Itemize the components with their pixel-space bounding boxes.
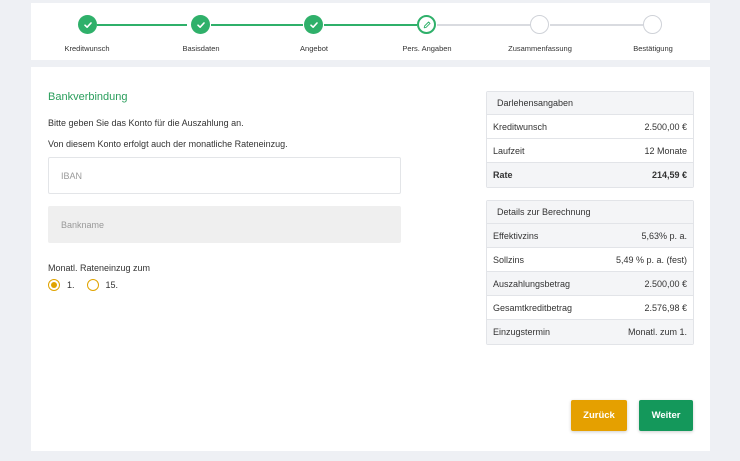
step-pers-angaben[interactable] (417, 15, 436, 34)
table-row: Auszahlungsbetrag 2.500,00 € (487, 272, 693, 296)
row-label: Laufzeit (493, 145, 525, 156)
radio-label: 15. (105, 280, 119, 290)
intro-text: Bitte geben Sie das Konto für die Auszah… (48, 118, 244, 128)
step-basisdaten[interactable] (191, 15, 210, 34)
table-row: Laufzeit 12 Monate (487, 139, 693, 163)
section-title: Bankverbindung (48, 91, 128, 103)
row-label: Sollzins (493, 254, 525, 265)
step-zusammenfassung (530, 15, 549, 34)
check-icon (309, 21, 318, 28)
row-label: Rate (493, 170, 513, 180)
check-icon (196, 21, 205, 28)
radio-label: 1. (67, 280, 75, 290)
radio-option-15[interactable]: 15. (86, 279, 119, 291)
table-row: Kreditwunsch 2.500,00 € (487, 115, 693, 139)
table-header: Details zur Berechnung (487, 201, 693, 224)
table-row: Effektivzins 5,63% p. a. (487, 224, 693, 248)
row-label: Auszahlungsbetrag (493, 278, 571, 289)
bankname-input[interactable] (48, 206, 401, 243)
table-row: Sollzins 5,49 % p. a. (fest) (487, 248, 693, 272)
form-card: Bankverbindung Bitte geben Sie das Konto… (31, 67, 710, 451)
check-icon (83, 21, 92, 28)
step-bestaetigung (643, 15, 662, 34)
table-row: Einzugstermin Monatl. zum 1. (487, 320, 693, 344)
next-button[interactable]: Weiter (639, 400, 693, 431)
back-button[interactable]: Zurück (571, 400, 627, 431)
step-label: Kreditwunsch (64, 44, 110, 53)
step-connector (211, 24, 303, 26)
row-value: 5,49 % p. a. (fest) (615, 254, 687, 265)
row-value: 12 Monate (644, 145, 687, 156)
row-value: 2.500,00 € (644, 278, 687, 289)
progress-stepper: Kreditwunsch Basisdaten Angebot Pers. An… (31, 3, 710, 60)
row-value: Monatl. zum 1. (627, 327, 687, 337)
darlehensangaben-table: Darlehensangaben Kreditwunsch 2.500,00 €… (486, 91, 694, 188)
step-connector (550, 24, 643, 26)
intro-text-2: Von diesem Konto erfolgt auch der monatl… (48, 139, 288, 149)
details-table: Details zur Berechnung Effektivzins 5,63… (486, 200, 694, 345)
step-connector (437, 24, 530, 26)
row-label: Kreditwunsch (493, 121, 548, 132)
step-label: Zusammenfassung (508, 44, 572, 53)
table-row: Gesamtkreditbetrag 2.576,98 € (487, 296, 693, 320)
row-label: Gesamtkreditbetrag (493, 302, 573, 313)
step-label: Basisdaten (182, 44, 220, 53)
radio-button[interactable] (86, 279, 99, 291)
iban-input[interactable] (48, 157, 401, 194)
step-label: Pers. Angaben (402, 44, 452, 53)
step-label: Bestätigung (633, 44, 673, 53)
step-connector (97, 24, 187, 26)
radio-option-1[interactable]: 1. (48, 279, 75, 291)
radio-button-selected[interactable] (48, 279, 60, 291)
step-label: Angebot (300, 44, 328, 53)
row-label: Einzugstermin (493, 327, 551, 337)
row-value: 214,59 € (651, 170, 687, 180)
row-value: 5,63% p. a. (641, 230, 687, 241)
row-label: Effektivzins (493, 230, 539, 241)
step-angebot[interactable] (304, 15, 323, 34)
rateneinzug-radio-group: 1. 15. (48, 279, 130, 291)
step-connector (324, 24, 417, 26)
table-row-total: Rate 214,59 € (487, 163, 693, 187)
step-kreditwunsch[interactable] (78, 15, 97, 34)
pencil-icon (423, 21, 430, 28)
rateneinzug-label: Monatl. Rateneinzug zum (48, 263, 151, 273)
row-value: 2.500,00 € (644, 121, 687, 132)
table-header: Darlehensangaben (487, 92, 693, 115)
row-value: 2.576,98 € (644, 302, 687, 313)
